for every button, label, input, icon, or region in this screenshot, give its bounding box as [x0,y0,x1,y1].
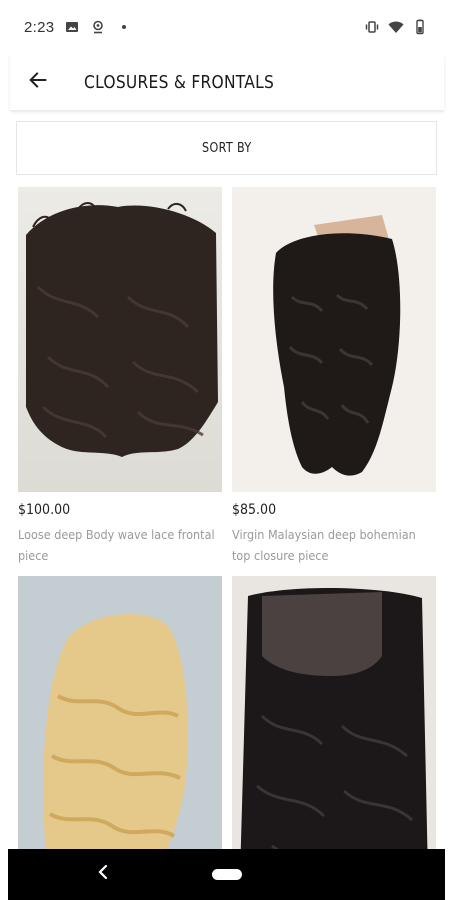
vibrate-icon [364,19,380,35]
app-bar: CLOSURES & FRONTALS [10,54,444,110]
system-nav-bar [8,849,445,900]
product-name: Loose deep Body wave lace frontal piece [18,527,215,563]
wifi-icon [388,19,404,35]
home-pill-icon[interactable] [211,869,242,880]
product-card[interactable]: $100.00 Loose deep Body wave lace fronta… [18,187,222,566]
product-image[interactable] [232,576,436,881]
back-button[interactable] [12,54,64,110]
status-time: 2:23 [24,18,55,36]
page-title: CLOSURES & FRONTALS [84,71,275,93]
nav-back-button[interactable] [94,864,112,884]
chevron-left-icon [94,862,112,887]
product-image[interactable] [232,187,436,492]
product-image[interactable] [18,576,222,881]
sort-by-label: SORT BY [201,140,252,156]
product-price: $100.00 [18,502,71,518]
product-card[interactable]: $85.00 Virgin Malaysian deep bohemian to… [232,187,436,566]
product-price: $85.00 [232,502,277,518]
sort-by-button[interactable]: SORT BY [16,121,437,175]
product-name: Virgin Malaysian deep bohemian top closu… [232,527,416,563]
status-bar: 2:23 [0,0,452,54]
product-card[interactable] [232,576,436,881]
location-icon [90,19,106,35]
arrow-left-icon [27,69,49,96]
image-icon [64,19,80,35]
dot-icon [116,19,132,35]
battery-icon [412,19,428,35]
status-left: 2:23 [24,19,132,36]
status-right [364,19,428,35]
product-card[interactable] [18,576,222,881]
product-image[interactable] [18,187,222,492]
